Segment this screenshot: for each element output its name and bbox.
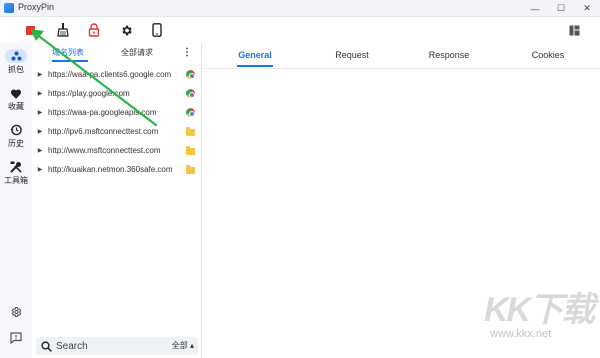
expand-arrow-icon[interactable]: ▶ <box>34 147 46 154</box>
watermark-logo: KK下载 <box>484 291 595 329</box>
list-item[interactable]: ▶ https://waa-pa.googleapis.com <box>32 103 200 122</box>
phone-icon <box>152 23 162 37</box>
expand-arrow-icon[interactable]: ▶ <box>34 90 46 97</box>
layout-icon <box>569 25 579 35</box>
broom-icon <box>57 23 69 37</box>
tools-icon <box>5 160 27 174</box>
watermark-url: www.kkx.net <box>490 328 552 340</box>
nav-rail: 抓包 收藏 历史 工具箱 <box>0 43 32 358</box>
domain-url: http://www.msftconnecttest.com <box>48 146 161 155</box>
filter-select[interactable]: 全部 ▴ <box>172 340 194 351</box>
tab-underline <box>237 65 273 67</box>
domain-list-panel: 域名列表 全部请求 ⋮ ▶ https://waa-pa.clients6.go… <box>32 43 202 358</box>
domain-url: https://waa-pa.clients6.google.com <box>48 70 172 79</box>
search-placeholder: Search <box>56 340 88 352</box>
list-item[interactable]: ▶ https://play.google.com <box>32 84 200 103</box>
folder-icon <box>186 165 195 174</box>
gear-icon <box>11 307 22 317</box>
clear-button[interactable] <box>55 22 71 38</box>
rail-label: 抓包 <box>8 65 24 74</box>
rail-settings-button[interactable] <box>0 306 32 318</box>
chrome-icon <box>186 89 195 98</box>
chrome-icon <box>186 108 195 117</box>
search-icon <box>41 340 52 352</box>
expand-arrow-icon[interactable]: ▶ <box>34 166 46 173</box>
window-title: ProxyPin <box>18 2 55 12</box>
expand-arrow-icon[interactable]: ▶ <box>34 71 46 78</box>
close-button[interactable]: ✕ <box>574 0 600 17</box>
rail-item-capture[interactable]: 抓包 <box>0 49 32 75</box>
lock-icon <box>88 23 100 37</box>
rail-label: 历史 <box>8 139 24 148</box>
chrome-icon <box>186 70 195 79</box>
list-item[interactable]: ▶ http://www.msftconnecttest.com <box>32 141 200 160</box>
tab-cookies[interactable]: Cookies <box>508 50 588 60</box>
tab-general[interactable]: General <box>215 50 295 60</box>
rail-label: 工具箱 <box>4 176 28 185</box>
watermark: KK下载 www.kkx.net <box>470 282 598 354</box>
stop-icon <box>25 25 35 35</box>
list-item[interactable]: ▶ http://kuaikan.netmon.360safe.com <box>32 160 200 179</box>
domain-url: https://waa-pa.googleapis.com <box>48 108 157 117</box>
ssl-button[interactable] <box>86 22 102 38</box>
rail-item-favorites[interactable]: 收藏 <box>0 86 32 112</box>
domain-url: http://ipv6.msftconnecttest.com <box>48 127 159 136</box>
folder-icon <box>186 127 195 136</box>
rail-feedback-button[interactable] <box>0 332 32 344</box>
tab-underline <box>52 60 88 62</box>
search-input[interactable]: Search 全部 ▴ <box>36 337 198 355</box>
list-item[interactable]: ▶ http://ipv6.msftconnecttest.com <box>32 122 200 141</box>
rail-item-history[interactable]: 历史 <box>0 123 32 149</box>
capture-icon <box>5 49 27 63</box>
domain-url: http://kuaikan.netmon.360safe.com <box>48 165 173 174</box>
title-bar: ProxyPin — ☐ ✕ <box>0 0 600 17</box>
mobile-button[interactable] <box>149 22 165 38</box>
folder-icon <box>186 146 195 155</box>
toolbar <box>0 17 600 43</box>
tab-request[interactable]: Request <box>312 50 392 60</box>
feedback-icon <box>10 332 22 344</box>
tab-domain-list[interactable]: 域名列表 <box>52 47 84 58</box>
minimize-button[interactable]: — <box>522 0 548 17</box>
expand-arrow-icon[interactable]: ▶ <box>34 128 46 135</box>
rail-item-toolbox[interactable]: 工具箱 <box>0 160 32 186</box>
expand-arrow-icon[interactable]: ▶ <box>34 109 46 116</box>
rail-label: 收藏 <box>8 102 24 111</box>
heart-icon <box>5 86 27 100</box>
tab-response[interactable]: Response <box>409 50 489 60</box>
tab-divider <box>203 68 600 69</box>
layout-toggle-button[interactable] <box>566 22 582 38</box>
maximize-button[interactable]: ☐ <box>548 0 574 17</box>
stop-button[interactable] <box>22 22 38 38</box>
more-options-icon[interactable]: ⋮ <box>182 47 192 58</box>
domain-url: https://play.google.com <box>48 89 130 98</box>
list-item[interactable]: ▶ https://waa-pa.clients6.google.com <box>32 65 200 84</box>
app-logo-icon <box>4 3 14 13</box>
tab-all-requests[interactable]: 全部请求 <box>121 47 153 58</box>
history-icon <box>5 123 27 137</box>
gear-icon <box>121 25 132 35</box>
settings-button[interactable] <box>118 22 134 38</box>
